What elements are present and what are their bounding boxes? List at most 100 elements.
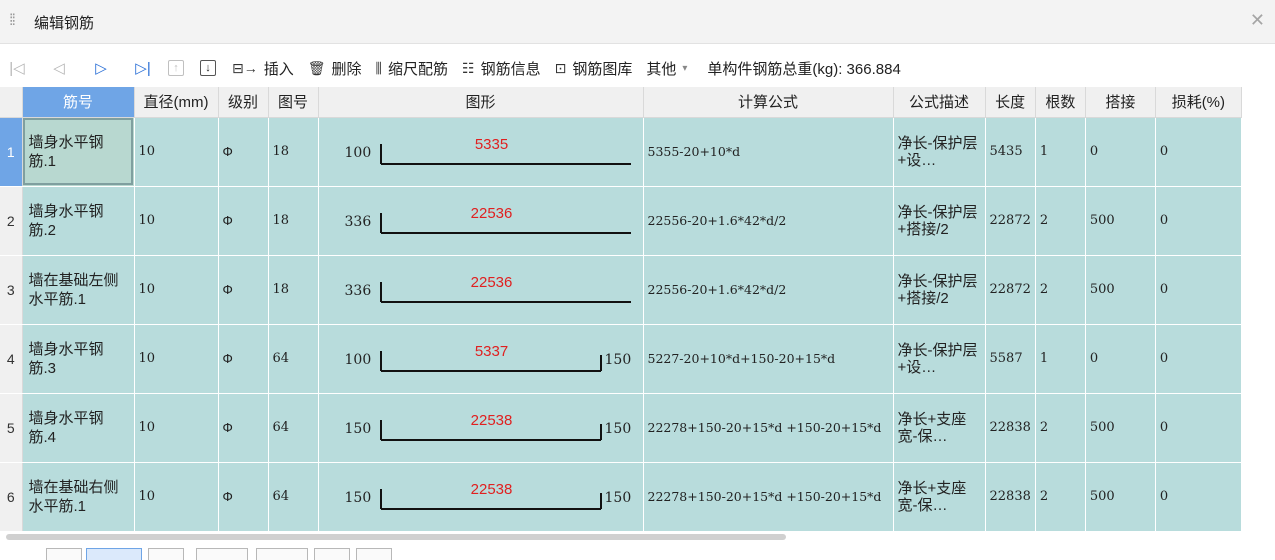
close-icon[interactable]: ✕ bbox=[1250, 10, 1265, 31]
table-row[interactable]: 3 墙在基础左侧水平筋.1 10 Ф 18 336 22536 22556-20+1.6*42… bbox=[0, 255, 1242, 325]
lap-cell[interactable]: 500 bbox=[1085, 462, 1156, 532]
header-count[interactable]: 根数 bbox=[1035, 87, 1086, 118]
formula-description-cell[interactable]: 净长-保护层+搭接/2 bbox=[893, 186, 986, 256]
shape-cell[interactable]: 100 5335 bbox=[318, 117, 644, 187]
figure-number-cell[interactable]: 64 bbox=[268, 324, 319, 394]
rebar-info-button[interactable]: ☷ 钢筋信息 bbox=[462, 54, 541, 82]
figure-number-cell[interactable]: 64 bbox=[268, 462, 319, 532]
bar-name-cell[interactable]: 墙身水平钢筋.3 bbox=[22, 324, 135, 394]
count-cell[interactable]: 2 bbox=[1035, 462, 1086, 532]
diameter-cell[interactable]: 10 bbox=[134, 186, 219, 256]
grade-cell[interactable]: Ф bbox=[218, 255, 269, 325]
grade-cell[interactable]: Ф bbox=[218, 186, 269, 256]
figure-number-cell[interactable]: 18 bbox=[268, 255, 319, 325]
header-loss[interactable]: 损耗(%) bbox=[1155, 87, 1242, 118]
shape-cell[interactable]: 336 22536 bbox=[318, 186, 644, 256]
shape-length[interactable]: 22536 bbox=[377, 205, 607, 222]
length-cell[interactable]: 22838 bbox=[985, 393, 1036, 463]
count-cell[interactable]: 1 bbox=[1035, 324, 1086, 394]
table-row[interactable]: 2 墙身水平钢筋.2 10 Ф 18 336 22536 22556-20+1.6*42*d/… bbox=[0, 186, 1242, 256]
grade-cell[interactable]: Ф bbox=[218, 117, 269, 187]
shape-cell[interactable]: 100 5337 150 bbox=[318, 324, 644, 394]
table-row[interactable]: 5 墙身水平钢筋.4 10 Ф 64 150 22538 150 22278+150-20+15… bbox=[0, 393, 1242, 463]
formula-description-cell[interactable]: 净长-保护层+搭接/2 bbox=[893, 255, 986, 325]
row-header[interactable]: 5 bbox=[0, 393, 23, 463]
formula-cell[interactable]: 5355-20+10*d bbox=[643, 117, 894, 187]
count-cell[interactable]: 2 bbox=[1035, 255, 1086, 325]
formula-description-cell[interactable]: 净长-保护层+设… bbox=[893, 117, 986, 187]
page-tab[interactable] bbox=[314, 548, 350, 560]
header-formula[interactable]: 计算公式 bbox=[643, 87, 894, 118]
lap-cell[interactable]: 0 bbox=[1085, 324, 1156, 394]
header-length[interactable]: 长度 bbox=[985, 87, 1036, 118]
lap-cell[interactable]: 0 bbox=[1085, 117, 1156, 187]
formula-cell[interactable]: 22278+150-20+15*d +150-20+15*d bbox=[643, 393, 894, 463]
table-row[interactable]: 4 墙身水平钢筋.3 10 Ф 64 100 5337 150 5227-20+10*d+150… bbox=[0, 324, 1242, 394]
count-cell[interactable]: 2 bbox=[1035, 393, 1086, 463]
move-down-icon[interactable]: ↓ bbox=[200, 60, 216, 76]
bar-name-cell[interactable]: 墙身水平钢筋.1 bbox=[22, 117, 135, 187]
formula-description-cell[interactable]: 净长+支座宽-保… bbox=[893, 462, 986, 532]
other-dropdown[interactable]: 其他 ▾ bbox=[646, 54, 687, 82]
formula-cell[interactable]: 22278+150-20+15*d +150-20+15*d bbox=[643, 462, 894, 532]
drag-handle-icon[interactable]: ⁞⁞ bbox=[9, 12, 16, 30]
table-row[interactable]: 6 墙在基础右侧水平筋.1 10 Ф 64 150 22538 150 22278+150-20… bbox=[0, 462, 1242, 532]
shape-length[interactable]: 5335 bbox=[377, 136, 607, 153]
length-cell[interactable]: 22872 bbox=[985, 186, 1036, 256]
length-cell[interactable]: 5587 bbox=[985, 324, 1036, 394]
horizontal-scrollbar[interactable] bbox=[6, 534, 786, 540]
header-diameter[interactable]: 直径(mm) bbox=[134, 87, 219, 118]
lap-cell[interactable]: 500 bbox=[1085, 255, 1156, 325]
insert-button[interactable]: ⊟→ 插入 bbox=[232, 54, 294, 82]
bar-name-cell[interactable]: 墙身水平钢筋.2 bbox=[22, 186, 135, 256]
diameter-cell[interactable]: 10 bbox=[134, 462, 219, 532]
page-tab-active[interactable] bbox=[86, 548, 142, 560]
move-up-icon[interactable]: ↑ bbox=[168, 60, 184, 76]
page-tab[interactable] bbox=[256, 548, 308, 560]
delete-button[interactable]: 🗑 删除 bbox=[308, 54, 362, 82]
row-header[interactable]: 2 bbox=[0, 186, 23, 256]
page-tab[interactable] bbox=[46, 548, 82, 560]
formula-cell[interactable]: 5227-20+10*d+150-20+15*d bbox=[643, 324, 894, 394]
loss-cell[interactable]: 0 bbox=[1155, 255, 1242, 325]
table-row[interactable]: 1 墙身水平钢筋.1 10 Ф 18 100 5335 5355-20+10*d 净长-保护层+… bbox=[0, 117, 1242, 187]
diameter-cell[interactable]: 10 bbox=[134, 324, 219, 394]
header-figure-number[interactable]: 图号 bbox=[268, 87, 319, 118]
figure-number-cell[interactable]: 18 bbox=[268, 186, 319, 256]
shape-length[interactable]: 22538 bbox=[377, 481, 607, 498]
diameter-cell[interactable]: 10 bbox=[134, 117, 219, 187]
lap-cell[interactable]: 500 bbox=[1085, 186, 1156, 256]
bar-name-cell[interactable]: 墙身水平钢筋.4 bbox=[22, 393, 135, 463]
shape-cell[interactable]: 336 22536 bbox=[318, 255, 644, 325]
row-header[interactable]: 1 bbox=[0, 117, 23, 187]
header-lap[interactable]: 搭接 bbox=[1085, 87, 1156, 118]
length-cell[interactable]: 22838 bbox=[985, 462, 1036, 532]
shape-length[interactable]: 22536 bbox=[377, 274, 607, 291]
first-record-icon[interactable]: |◁ bbox=[8, 59, 26, 77]
figure-number-cell[interactable]: 18 bbox=[268, 117, 319, 187]
loss-cell[interactable]: 0 bbox=[1155, 393, 1242, 463]
formula-description-cell[interactable]: 净长-保护层+设… bbox=[893, 324, 986, 394]
loss-cell[interactable]: 0 bbox=[1155, 462, 1242, 532]
row-header[interactable]: 3 bbox=[0, 255, 23, 325]
page-tab[interactable] bbox=[196, 548, 248, 560]
header-formula-description[interactable]: 公式描述 bbox=[893, 87, 986, 118]
page-tab[interactable] bbox=[356, 548, 392, 560]
formula-description-cell[interactable]: 净长+支座宽-保… bbox=[893, 393, 986, 463]
lap-cell[interactable]: 500 bbox=[1085, 393, 1156, 463]
bar-name-cell[interactable]: 墙在基础左侧水平筋.1 bbox=[22, 255, 135, 325]
grade-cell[interactable]: Ф bbox=[218, 393, 269, 463]
count-cell[interactable]: 1 bbox=[1035, 117, 1086, 187]
bar-name-cell[interactable]: 墙在基础右侧水平筋.1 bbox=[22, 462, 135, 532]
length-cell[interactable]: 5435 bbox=[985, 117, 1036, 187]
grade-cell[interactable]: Ф bbox=[218, 324, 269, 394]
row-header[interactable]: 4 bbox=[0, 324, 23, 394]
diameter-cell[interactable]: 10 bbox=[134, 393, 219, 463]
figure-number-cell[interactable]: 64 bbox=[268, 393, 319, 463]
formula-cell[interactable]: 22556-20+1.6*42*d/2 bbox=[643, 186, 894, 256]
scale-rebar-button[interactable]: ⫼ 缩尺配筋 bbox=[376, 54, 448, 82]
last-record-icon[interactable]: ▷| bbox=[134, 59, 152, 77]
length-cell[interactable]: 22872 bbox=[985, 255, 1036, 325]
shape-cell[interactable]: 150 22538 150 bbox=[318, 393, 644, 463]
shape-length[interactable]: 22538 bbox=[377, 412, 607, 429]
